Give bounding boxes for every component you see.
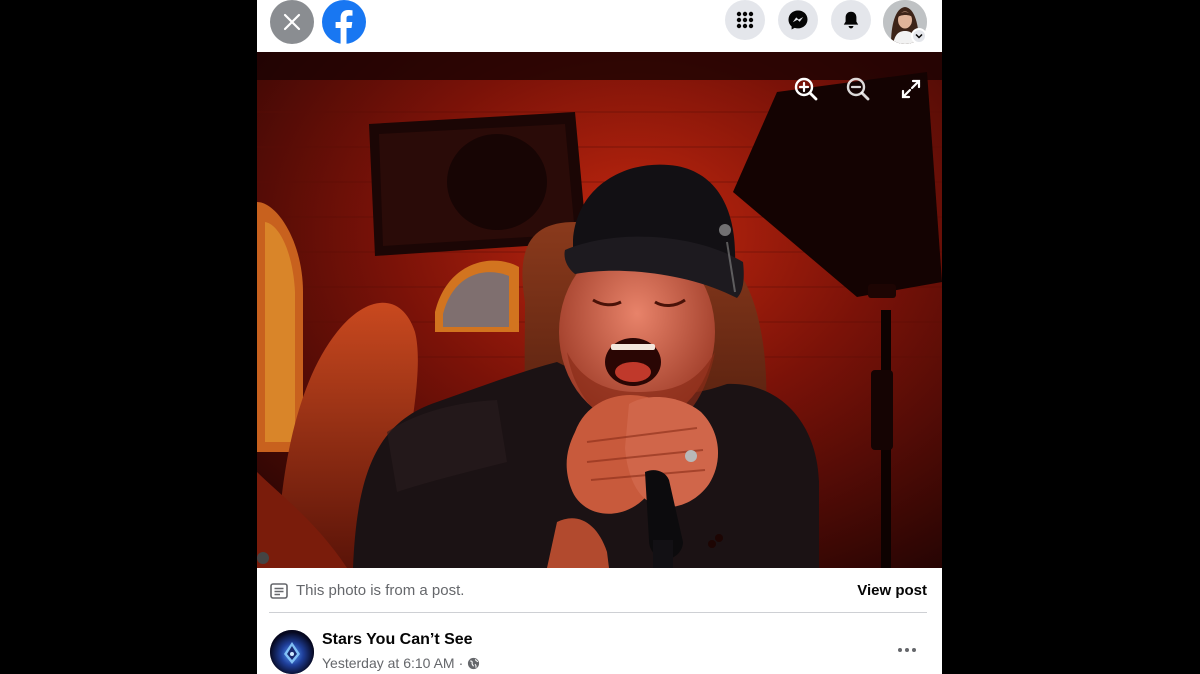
menu-button[interactable] xyxy=(725,0,765,40)
divider xyxy=(269,612,927,613)
zoom-in-button[interactable] xyxy=(793,76,819,102)
post-meta: Yesterday at 6:10 AM · xyxy=(322,655,480,671)
from-post-notice: This photo is from a post. xyxy=(270,582,464,599)
account-menu-caret[interactable] xyxy=(911,28,927,44)
bell-icon xyxy=(843,11,859,29)
post-info: This photo is from a post. View post Sta… xyxy=(257,568,942,674)
globe-icon[interactable] xyxy=(467,657,480,670)
close-button[interactable] xyxy=(270,0,314,44)
more-horizontal-icon xyxy=(898,648,902,652)
view-post-link[interactable]: View post xyxy=(857,582,927,599)
close-icon xyxy=(283,13,301,31)
zoom-out-button[interactable] xyxy=(845,76,871,102)
top-bar xyxy=(257,0,942,52)
photo-viewer: This photo is from a post. View post Sta… xyxy=(257,0,942,674)
zoom-in-icon xyxy=(794,77,818,101)
page-avatar-image xyxy=(270,630,314,674)
concert-photo xyxy=(257,52,942,568)
facebook-logo-icon[interactable] xyxy=(322,0,366,44)
fullscreen-icon xyxy=(901,79,921,99)
grid-menu-icon xyxy=(736,11,754,29)
page-name[interactable]: Stars You Can’t See xyxy=(322,631,473,649)
messenger-icon xyxy=(788,10,808,30)
fullscreen-button[interactable] xyxy=(898,76,924,102)
more-options-button[interactable] xyxy=(895,642,919,658)
messenger-button[interactable] xyxy=(778,0,818,40)
chevron-down-icon xyxy=(915,33,923,39)
post-icon xyxy=(270,582,288,599)
page-avatar[interactable] xyxy=(270,630,314,674)
meta-separator: · xyxy=(458,655,464,671)
zoom-out-icon xyxy=(846,77,870,101)
post-photo[interactable] xyxy=(257,52,942,568)
post-timestamp[interactable]: Yesterday at 6:10 AM xyxy=(322,655,455,671)
from-post-text: This photo is from a post. xyxy=(296,582,465,599)
notifications-button[interactable] xyxy=(831,0,871,40)
